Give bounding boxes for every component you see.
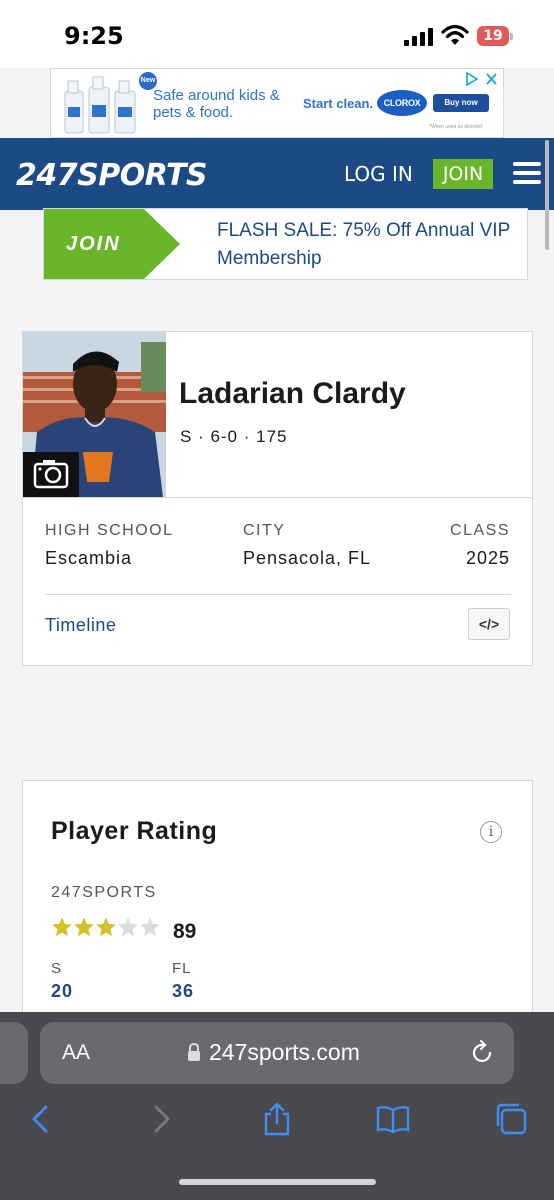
player-photo[interactable] bbox=[23, 332, 166, 497]
wifi-icon bbox=[441, 24, 469, 45]
login-link[interactable]: LOG IN bbox=[344, 162, 413, 186]
city-value: Pensacola, FL bbox=[243, 548, 372, 568]
high-school-value[interactable]: Escambia bbox=[45, 548, 132, 569]
class-label: CLASS bbox=[450, 522, 510, 539]
player-profile-card: Ladarian Clardy S · 6-0 · 175 HIGH SCHOO… bbox=[22, 331, 533, 666]
join-button[interactable]: JOIN bbox=[433, 159, 493, 189]
tabs-icon[interactable] bbox=[494, 1102, 528, 1136]
site-logo[interactable]: 247SPORTS bbox=[16, 158, 208, 193]
ad-choices-close-icon[interactable] bbox=[463, 71, 499, 87]
browser-toolbar: AA 247sports.com bbox=[0, 1012, 554, 1200]
flash-sale-banner[interactable]: JOIN FLASH SALE: 75% Off Annual VIP Memb… bbox=[43, 208, 528, 280]
player-rating-title: Player Rating bbox=[51, 817, 218, 845]
battery-icon: 19 bbox=[477, 26, 513, 46]
city-label: CITY bbox=[243, 522, 286, 539]
lock-icon bbox=[188, 1043, 200, 1061]
back-icon[interactable] bbox=[24, 1102, 58, 1136]
previous-tab-preview[interactable] bbox=[0, 1022, 28, 1084]
class-value: 2025 bbox=[465, 548, 510, 568]
star-empty-icon bbox=[140, 917, 160, 937]
star-filled-icon bbox=[96, 917, 116, 937]
reload-icon[interactable] bbox=[470, 1040, 496, 1066]
address-bar[interactable]: AA 247sports.com bbox=[40, 1022, 514, 1084]
position-rank-label: S bbox=[51, 960, 63, 977]
flash-join-label: JOIN bbox=[66, 233, 121, 255]
star-filled-icon bbox=[74, 917, 94, 937]
battery-level: 19 bbox=[477, 26, 509, 46]
embed-code-icon[interactable]: </> bbox=[468, 608, 510, 640]
product-bottles-image bbox=[64, 76, 136, 134]
share-icon[interactable] bbox=[260, 1102, 294, 1136]
info-icon[interactable]: i bbox=[480, 821, 502, 843]
status-time: 9:25 bbox=[64, 22, 124, 50]
clorox-logo: CLOROX bbox=[377, 90, 427, 116]
state-rank-value[interactable]: 36 bbox=[172, 981, 194, 1002]
card-inner-divider bbox=[45, 594, 511, 595]
position-rank-value[interactable]: 20 bbox=[51, 981, 73, 1002]
ad-fine-print: *When used as directed bbox=[429, 124, 483, 130]
player-rating-card: Player Rating i 247SPORTS 89 S 20 FL 36 bbox=[22, 780, 533, 1020]
ad-banner[interactable]: New Safe around kids & pets & food. Star… bbox=[50, 68, 504, 138]
state-rank-label: FL bbox=[172, 960, 192, 977]
card-divider bbox=[23, 497, 532, 498]
text-size-button[interactable]: AA bbox=[62, 1041, 90, 1065]
cellular-signal-icon bbox=[404, 28, 433, 46]
flash-sale-text: FLASH SALE: 75% Off Annual VIP Membershi… bbox=[217, 220, 510, 269]
hamburger-menu-icon[interactable] bbox=[513, 162, 541, 186]
rating-source-label: 247SPORTS bbox=[51, 884, 157, 901]
home-indicator bbox=[179, 1179, 376, 1185]
player-name: Ladarian Clardy bbox=[179, 377, 406, 410]
bookmarks-icon[interactable] bbox=[376, 1102, 410, 1136]
ad-buy-button[interactable]: Buy now bbox=[433, 94, 489, 112]
forward-icon[interactable] bbox=[144, 1102, 178, 1136]
timeline-link[interactable]: Timeline bbox=[45, 615, 116, 636]
rating-score: 89 bbox=[173, 920, 197, 943]
ad-copy: Safe around kids & pets & food. bbox=[153, 87, 280, 121]
ad-cta-text: Start clean. bbox=[303, 96, 374, 111]
high-school-label: HIGH SCHOOL bbox=[45, 522, 174, 539]
site-header: 247SPORTS LOG IN JOIN bbox=[0, 138, 554, 210]
star-rating bbox=[51, 916, 161, 942]
camera-icon[interactable] bbox=[23, 452, 79, 497]
url-text[interactable]: 247sports.com bbox=[209, 1039, 360, 1066]
page-scrollbar[interactable] bbox=[545, 140, 549, 250]
status-bar: 9:25 19 bbox=[0, 0, 554, 68]
star-filled-icon bbox=[52, 917, 72, 937]
player-position-height-weight: S · 6-0 · 175 bbox=[180, 427, 288, 446]
star-empty-icon bbox=[118, 917, 138, 937]
